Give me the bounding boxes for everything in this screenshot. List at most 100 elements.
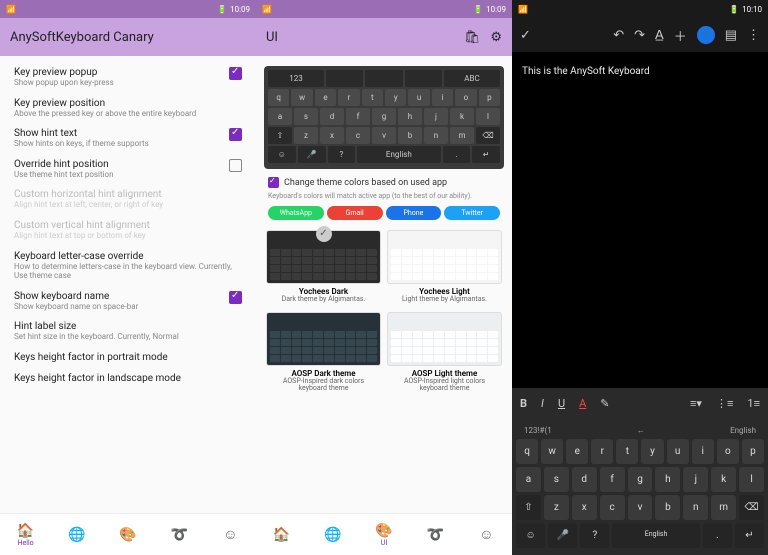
share-person-icon[interactable]: 👤 [697,26,715,44]
key[interactable]: v [628,495,653,520]
key[interactable]: ? [580,523,609,548]
setting-row[interactable]: Keyboard letter-case overrideHow to dete… [0,246,256,286]
app-pill[interactable]: WhatsApp [268,206,324,220]
setting-row[interactable]: Show keyboard nameShow keyboard name on … [0,286,256,317]
key[interactable]: g [628,467,653,492]
key[interactable]: u [667,439,689,464]
key[interactable]: a [516,467,541,492]
key[interactable]: . [703,523,732,548]
key[interactable] [405,70,442,87]
key[interactable]: . [443,146,471,163]
text-editor[interactable]: This is the AnySoft Keyboard [512,52,768,388]
setting-row[interactable]: Hint label sizeSet hint size in the keyb… [0,316,256,347]
key[interactable]: q [516,439,538,464]
key[interactable]: 🎤 [548,523,577,548]
key[interactable]: r [338,89,359,106]
number-list-icon[interactable]: 1≡ [747,397,760,410]
key[interactable] [326,70,363,87]
nav-globe[interactable]: 🌐 [307,514,358,555]
settings-list[interactable]: Key preview popupShow popup upon key-pre… [0,56,256,513]
key[interactable]: n [683,495,708,520]
key[interactable]: d [572,467,597,492]
redo-icon[interactable]: ↷ [634,28,645,43]
key[interactable]: d [320,108,344,125]
app-pill[interactable]: Phone [386,206,442,220]
setting-row[interactable]: Custom vertical hint alignmentAlign hint… [0,215,256,246]
keyboard[interactable]: 123!#(1←Englishqwertyuiopasdfghjkl⇧zxcvb… [512,418,768,555]
undo-icon[interactable]: ↶ [613,28,624,43]
key[interactable]: ⌫ [739,495,764,520]
nav-palette[interactable]: 🎨 [102,514,153,555]
key[interactable]: ☺ [516,523,545,548]
key[interactable]: u [408,89,429,106]
key[interactable]: e [566,439,588,464]
key[interactable]: l [739,467,764,492]
key[interactable]: q [268,89,289,106]
nav-gesture[interactable]: ➰ [154,514,205,555]
key[interactable]: l [476,108,500,125]
key[interactable]: z [294,127,318,144]
key[interactable]: p [479,89,500,106]
key[interactable]: English [357,146,440,163]
checkbox[interactable] [229,291,242,304]
align-icon[interactable]: ≡▾ [690,397,702,410]
nav-home[interactable]: 🏠 [256,514,307,555]
mode-label[interactable]: 123!#(1 [524,426,552,435]
key[interactable]: i [692,439,714,464]
key[interactable]: w [291,89,312,106]
arrow-icon[interactable]: ← [637,426,645,435]
key[interactable]: p [742,439,764,464]
ui-content[interactable]: 123ABCqwertyuiopasdfghjkl⇧zxcvbnm⌫☺🎤?Eng… [256,56,512,513]
key[interactable]: 🎤 [298,146,326,163]
key[interactable]: ☺ [268,146,296,163]
setting-row[interactable]: Custom horizontal hint alignmentAlign hi… [0,184,256,215]
key[interactable]: f [346,108,370,125]
key[interactable]: English [612,523,699,548]
nav-gesture[interactable]: ➰ [410,514,461,555]
checkbox[interactable] [229,159,242,172]
add-icon[interactable]: ＋ [674,26,687,45]
key[interactable]: b [398,127,422,144]
lang-label[interactable]: English [730,426,756,435]
theme-match-checkbox[interactable]: Change theme colors based on used app [256,173,512,192]
gear-icon[interactable]: ⚙ [490,30,502,45]
key[interactable]: ? [328,146,356,163]
key[interactable]: m [450,127,474,144]
key[interactable]: ↵ [735,523,764,548]
key[interactable]: h [655,467,680,492]
text-color-button[interactable]: A [579,397,586,410]
checkbox[interactable] [229,67,242,80]
setting-row[interactable]: Keys height factor in landscape mode [0,368,256,389]
setting-row[interactable]: Key preview popupShow popup upon key-pre… [0,62,256,93]
comment-icon[interactable]: ▤ [725,28,737,43]
key[interactable]: t [616,439,638,464]
key[interactable]: h [398,108,422,125]
key[interactable]: n [424,127,448,144]
key[interactable]: r [591,439,613,464]
key[interactable]: y [641,439,663,464]
theme-card[interactable]: Yochees DarkDark theme by Algimantas. [266,230,381,304]
key[interactable]: ABC [444,70,500,87]
underline-button[interactable]: U [558,397,565,410]
key[interactable]: 123 [268,70,324,87]
theme-card[interactable]: AOSP Dark themeAOSP-Inspired dark colors… [266,312,381,393]
key[interactable]: y [385,89,406,106]
more-icon[interactable]: ⋮ [747,28,760,43]
key[interactable]: f [600,467,625,492]
setting-row[interactable]: Override hint positionUse theme hint tex… [0,154,256,185]
theme-card[interactable]: AOSP Light themeAOSP-Inspired light colo… [387,312,502,393]
key[interactable]: b [655,495,680,520]
key[interactable]: g [372,108,396,125]
nav-globe[interactable]: 🌐 [51,514,102,555]
key[interactable]: s [544,467,569,492]
text-format-icon[interactable]: A̲ [655,27,664,43]
key[interactable]: x [320,127,344,144]
key[interactable]: o [717,439,739,464]
checkbox[interactable] [229,128,242,141]
key[interactable]: o [455,89,476,106]
nav-emoji[interactable]: ☺ [461,514,512,555]
key[interactable]: ⇧ [268,127,292,144]
key[interactable]: s [294,108,318,125]
key[interactable]: z [544,495,569,520]
key[interactable]: a [268,108,292,125]
